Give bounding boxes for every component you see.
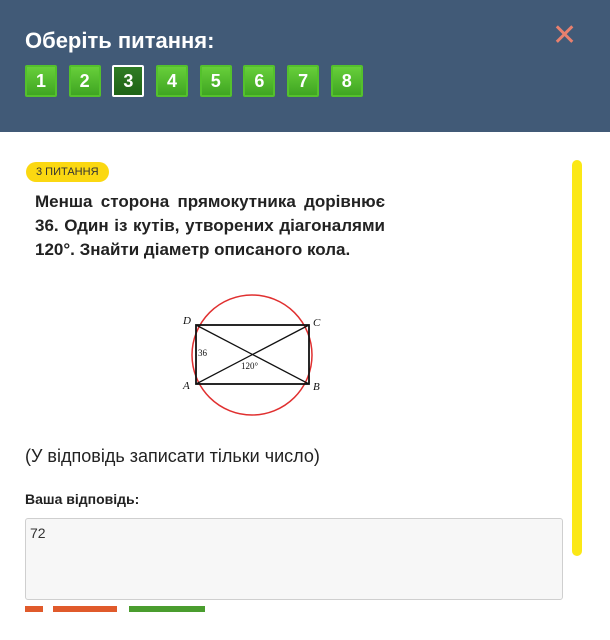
answer-input[interactable]: 72 bbox=[25, 518, 563, 600]
question-button-2[interactable]: 2 bbox=[68, 65, 101, 97]
question-button-8[interactable]: 8 bbox=[330, 65, 363, 97]
answer-label: Ваша відповідь: bbox=[25, 491, 140, 507]
question-button-3[interactable]: 3 bbox=[112, 65, 145, 97]
question-button-7[interactable]: 7 bbox=[287, 65, 320, 97]
angle-label: 120° bbox=[241, 361, 259, 371]
vertex-d-label: D bbox=[182, 315, 191, 327]
side-length-label: 36 bbox=[198, 348, 208, 358]
question-nav: 1 2 3 4 5 6 7 8 bbox=[25, 65, 375, 97]
header-title: Оберіть питання: bbox=[25, 28, 215, 53]
question-picker-header: Оберіть питання: ✕ 1 2 3 4 5 6 7 8 bbox=[0, 0, 610, 132]
close-icon[interactable]: ✕ bbox=[552, 21, 577, 51]
question-button-4[interactable]: 4 bbox=[156, 65, 189, 97]
scrollbar[interactable] bbox=[572, 160, 582, 556]
rectangle-circle-figure: D C A B 36 120° bbox=[182, 294, 321, 416]
question-button-1[interactable]: 1 bbox=[25, 65, 57, 97]
vertex-b-label: B bbox=[313, 381, 320, 393]
question-text: Менша сторона прямокутника дорівнює 36. … bbox=[35, 192, 385, 259]
cutoff-feedback-text bbox=[25, 606, 205, 612]
question-button-6[interactable]: 6 bbox=[243, 65, 276, 97]
vertex-c-label: C bbox=[313, 317, 321, 329]
question-button-5[interactable]: 5 bbox=[199, 65, 232, 97]
answer-hint: (У відповідь записати тільки число) bbox=[25, 446, 320, 466]
question-number-badge: 3 ПИТАННЯ bbox=[26, 162, 109, 182]
vertex-a-label: A bbox=[182, 380, 190, 392]
